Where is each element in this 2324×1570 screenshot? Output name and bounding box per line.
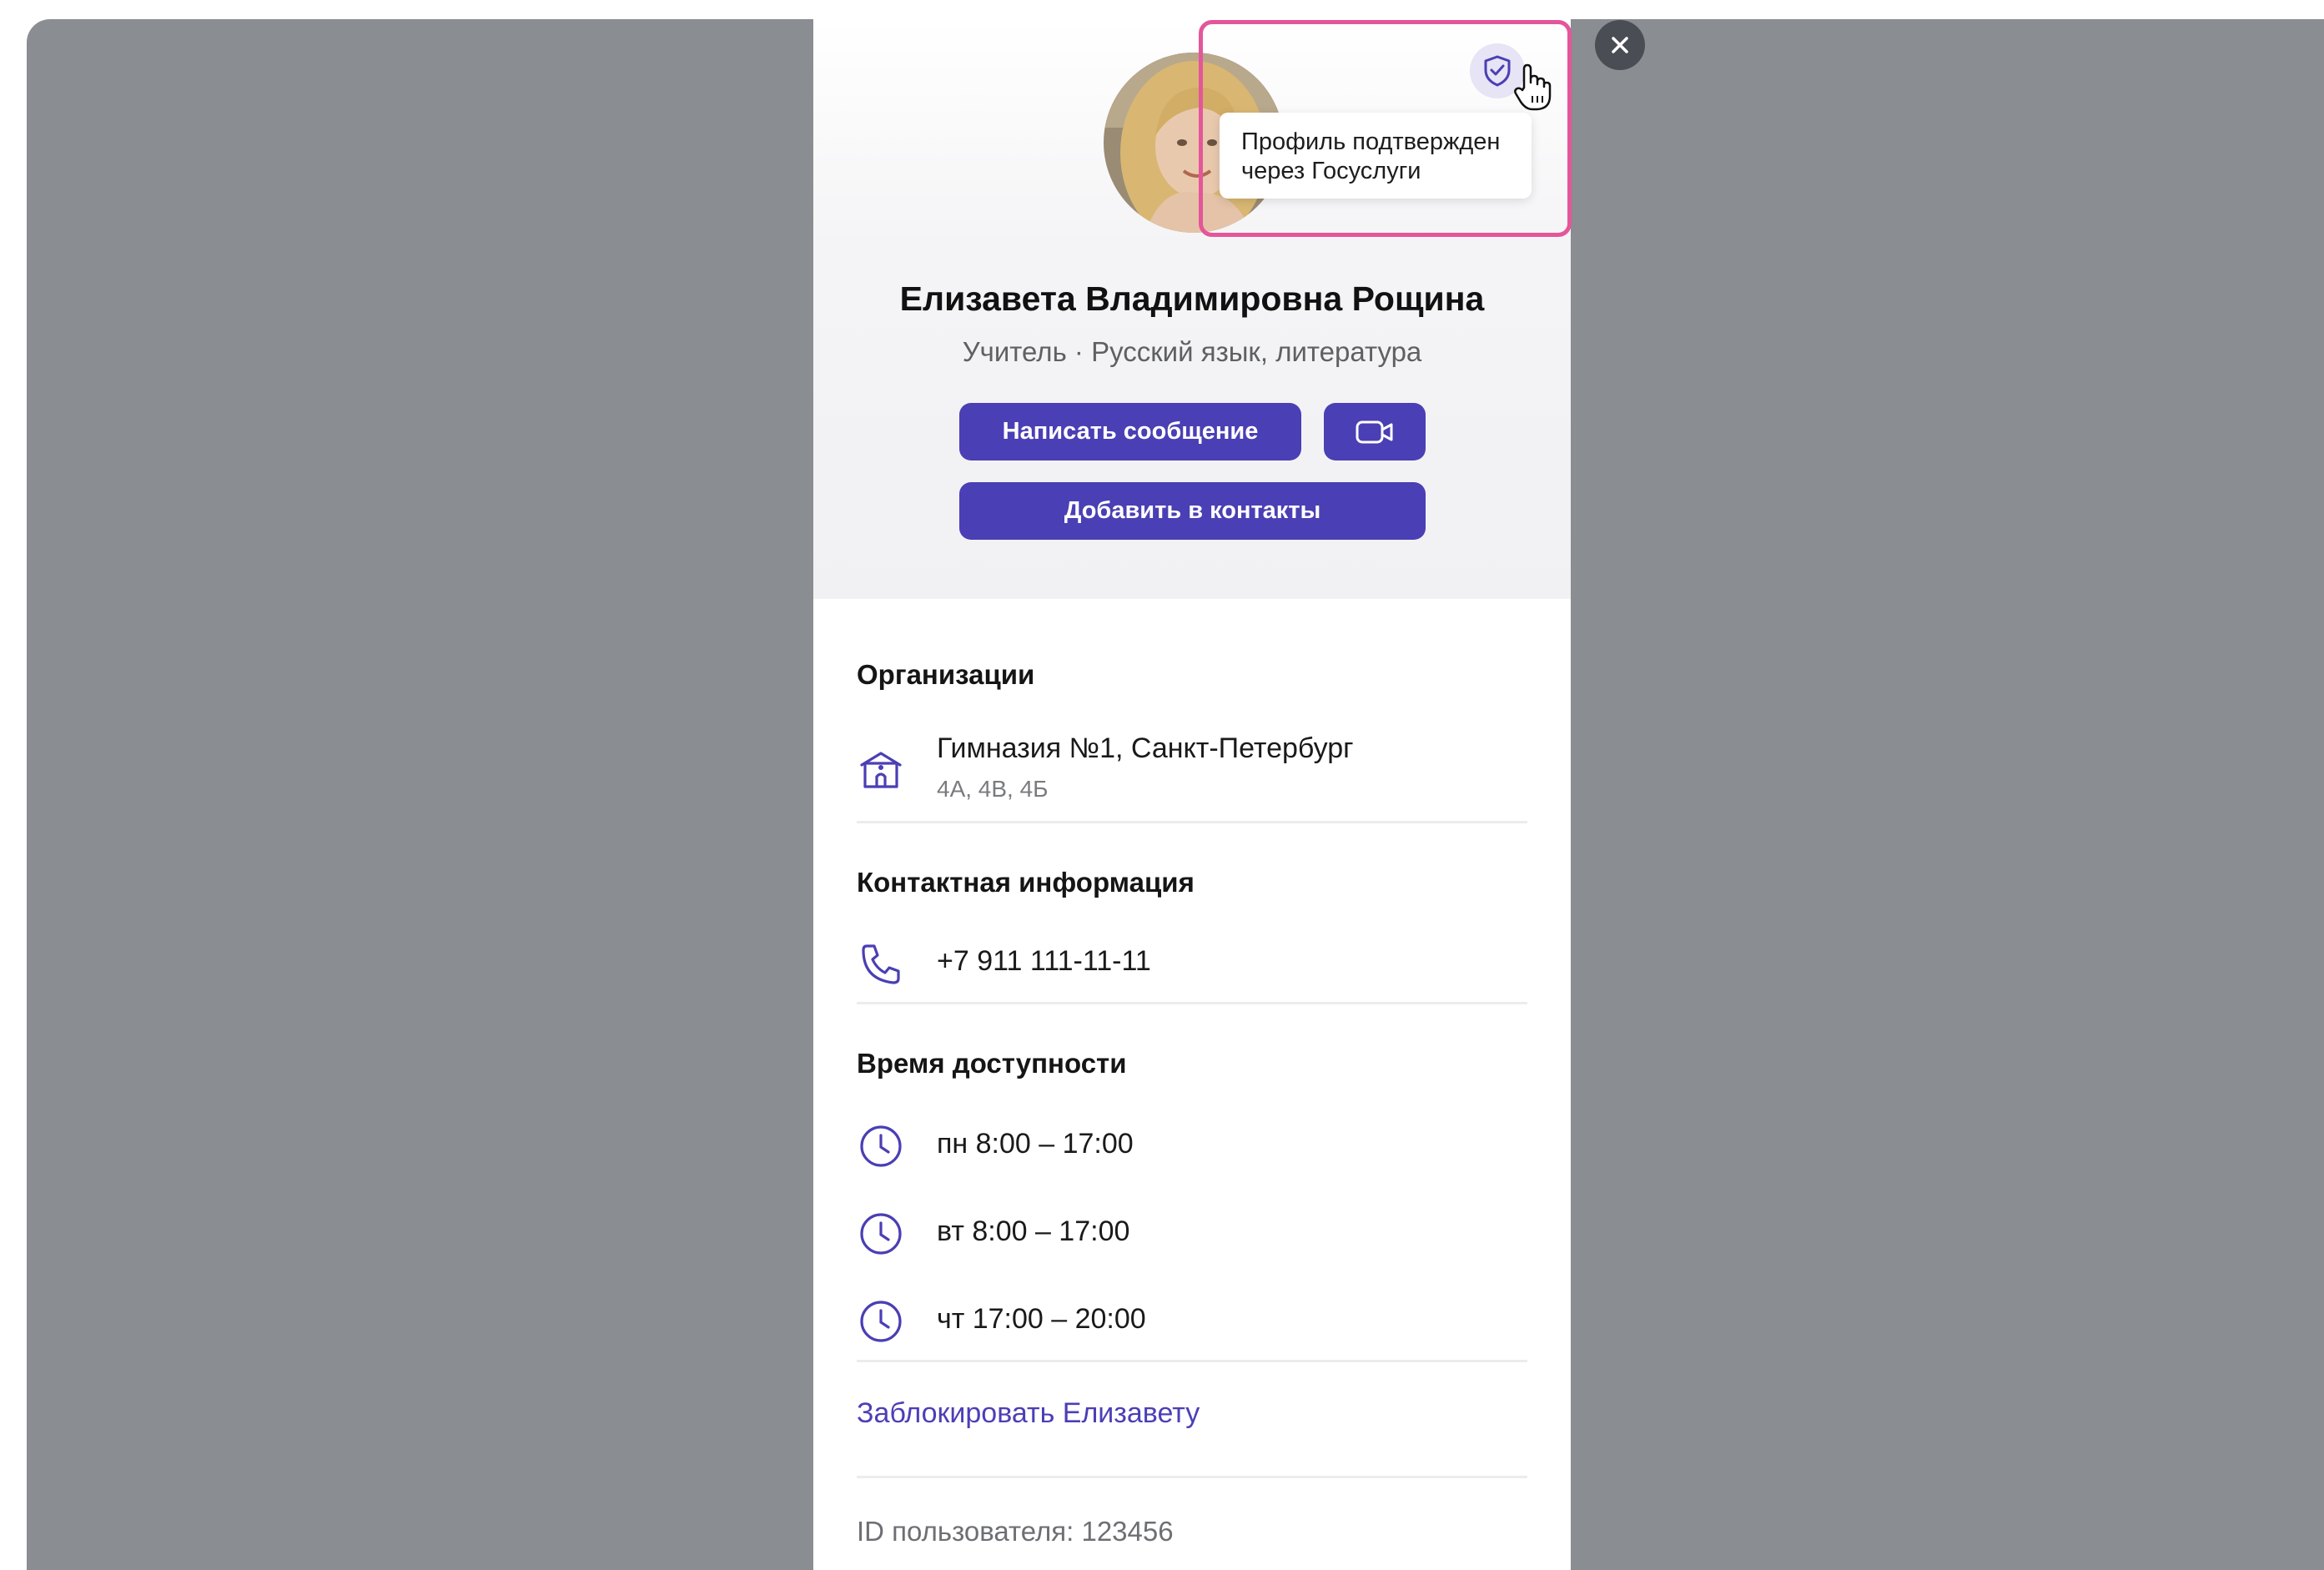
user-id: ID пользователя: 123456 [857,1516,1174,1547]
availability-slot: пн 8:00 – 17:00 [937,1128,1134,1160]
contact-phone[interactable]: +7 911 111-11-11 [937,945,1151,978]
block-user-link[interactable]: Заблокировать Елизавету [857,1397,1200,1430]
video-call-button[interactable] [1324,403,1426,460]
profile-role: Учитель · Русский язык, литература [962,336,1422,367]
profile-panel: Профиль подтвержден через Госуслуги Елиз… [813,19,1571,1570]
divider [857,1476,1527,1478]
organization-classes: 4А, 4В, 4Б [937,776,1049,802]
video-camera-icon [1356,420,1393,443]
clock-icon [860,1213,902,1255]
close-icon [1612,37,1628,53]
tooltip-line-2: через Госуслуги [1241,158,1421,184]
tooltip-line-1: Профиль подтвержден [1241,128,1501,155]
availability-slot: вт 8:00 – 17:00 [937,1215,1130,1247]
contacts-title: Контактная информация [857,867,1195,898]
clock-icon [860,1301,902,1342]
organization-name: Гимназия №1, Санкт-Петербург [937,732,1354,764]
phone-icon [862,944,900,984]
close-button[interactable] [1595,20,1645,70]
organizations-title: Организации [857,659,1035,690]
divider [857,821,1527,823]
availability-title: Время доступности [857,1048,1127,1079]
add-contact-button[interactable]: Добавить в контакты [959,482,1426,540]
availability-slot: чт 17:00 – 20:00 [937,1303,1146,1335]
school-building-icon [860,752,902,788]
profile-name: Елизавета Владимировна Рощина [899,279,1485,318]
write-message-button[interactable]: Написать сообщение [959,403,1301,460]
divider [857,1002,1527,1004]
clock-icon [860,1125,902,1167]
divider [857,1360,1527,1362]
verification-tooltip: Профиль подтвержден через Госуслуги [1220,113,1532,199]
shield-check-icon [1484,55,1511,87]
hand-cursor-icon [1514,63,1552,111]
